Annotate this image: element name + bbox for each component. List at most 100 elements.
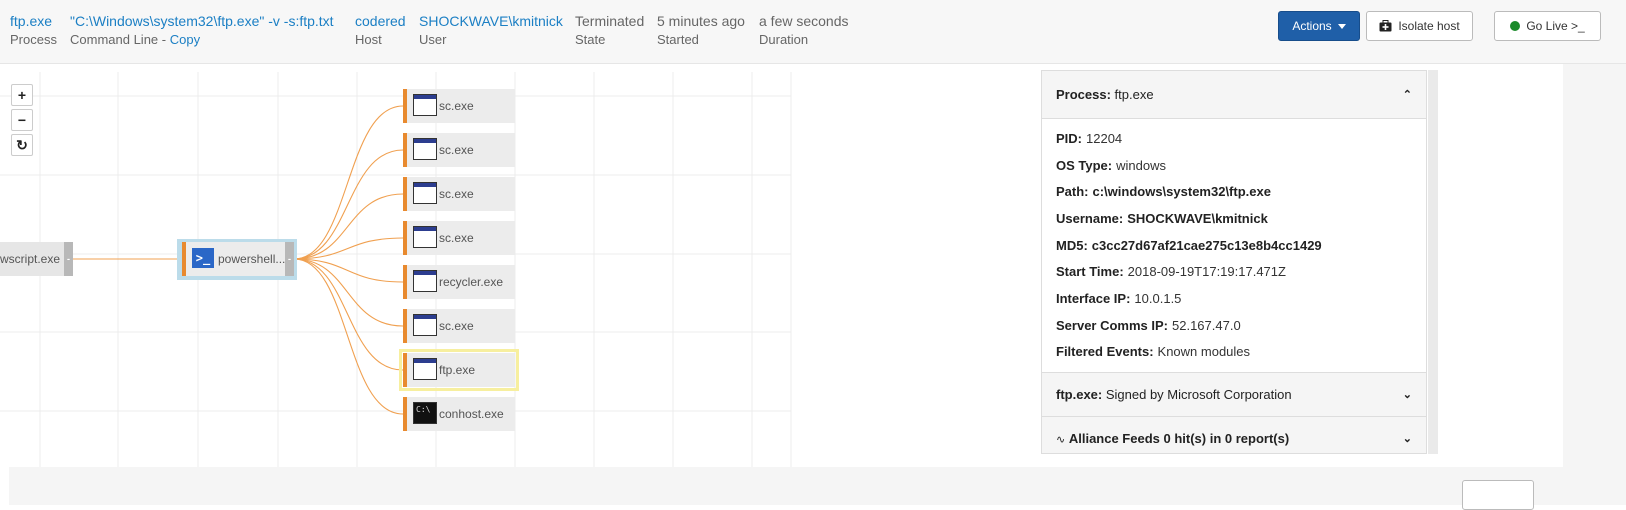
- child-process-node[interactable]: sc.exe: [403, 133, 515, 167]
- signature-header[interactable]: ftp.exe: Signed by Microsoft Corporation…: [1042, 373, 1426, 418]
- window-icon: [413, 314, 437, 336]
- powershell-node-label: powershell....: [218, 252, 289, 266]
- child-process-node[interactable]: sc.exe: [403, 309, 515, 343]
- window-icon: [413, 270, 437, 292]
- user-label: User: [419, 32, 447, 47]
- child-process-node[interactable]: ftp.exe: [403, 353, 515, 387]
- signature-value: Signed by Microsoft Corporation: [1105, 387, 1292, 403]
- command-line-label: Command Line - Copy: [70, 31, 334, 49]
- detail-key: Filtered Events:: [1056, 344, 1154, 360]
- detail-value: c3cc27d67af21cae275c13e8b4cc1429: [1091, 237, 1322, 253]
- copy-command-link[interactable]: Copy: [170, 32, 200, 47]
- command-line-label-text: Command Line -: [70, 32, 170, 47]
- node-accent-bar: [403, 309, 407, 343]
- alliance-feeds-label: Alliance Feeds 0 hit(s) in 0 report(s): [1068, 431, 1290, 447]
- tree-edge: [293, 258, 404, 415]
- actions-button[interactable]: Actions: [1278, 11, 1360, 41]
- child-process-label: ftp.exe: [439, 363, 476, 377]
- child-process-label: recycler.exe: [439, 275, 504, 289]
- child-process-label: sc.exe: [439, 99, 474, 113]
- process-details-header[interactable]: Process: ftp.exe ⌃: [1042, 71, 1426, 119]
- bottom-toolbar: [9, 467, 1579, 505]
- child-process-node[interactable]: sc.exe: [403, 89, 515, 123]
- zoom-in-button[interactable]: +: [11, 84, 33, 106]
- detail-key: Username:: [1056, 210, 1124, 226]
- powershell-icon: >_: [192, 248, 214, 268]
- tree-edge: [293, 149, 404, 260]
- refresh-layout-icon[interactable]: ↻: [11, 134, 33, 156]
- collapse-toggle[interactable]: -: [64, 242, 73, 276]
- detail-key: Interface IP:: [1056, 290, 1131, 306]
- child-process-node[interactable]: sc.exe: [403, 221, 515, 255]
- bottom-toolbar-button[interactable]: [1462, 480, 1534, 510]
- child-process-label: sc.exe: [439, 143, 474, 157]
- detail-value: 12204: [1086, 130, 1123, 146]
- process-header: ftp.exe Process "C:\Windows\system32\ftp…: [0, 0, 1626, 64]
- command-line-value[interactable]: "C:\Windows\system32\ftp.exe" -v -s:ftp.…: [70, 12, 334, 30]
- caret-down-icon: [1337, 23, 1346, 29]
- child-process-label: sc.exe: [439, 319, 474, 333]
- detail-key: Path:: [1056, 184, 1089, 200]
- host-link[interactable]: codered: [355, 12, 406, 30]
- node-accent-bar: [182, 242, 186, 276]
- powershell-node[interactable]: >_ powershell....: [182, 242, 289, 276]
- briefcase-medical-icon: [1379, 20, 1392, 32]
- process-details-panel: Process: ftp.exe ⌃ PID: 12204 OS Type: wind…: [1041, 70, 1427, 454]
- child-process-label: conhost.exe: [439, 407, 504, 421]
- process-tree-canvas: [0, 72, 792, 470]
- node-accent-bar: [403, 265, 407, 299]
- detail-value: windows: [1116, 157, 1166, 173]
- live-status-dot-icon: [1510, 21, 1521, 31]
- signature-title: ftp.exe: Signed by Microsoft Corporation: [1056, 387, 1292, 402]
- process-details-title-value: ftp.exe: [1114, 87, 1154, 102]
- started-label: Started: [657, 32, 699, 47]
- go-live-button[interactable]: Go Live >_: [1494, 11, 1601, 41]
- started-value: 5 minutes ago: [657, 13, 745, 29]
- detail-value: SHOCKWAVE\kmitnick: [1127, 210, 1268, 226]
- tree-edge: [293, 258, 404, 371]
- alliance-feeds-header[interactable]: ∿ Alliance Feeds 0 hit(s) in 0 report(s)…: [1042, 417, 1426, 453]
- child-process-node[interactable]: recycler.exe: [403, 265, 515, 299]
- command-line-field: "C:\Windows\system32\ftp.exe" -v -s:ftp.…: [70, 12, 334, 49]
- detail-row: Path: c:\windows\system32\ftp.exe: [1042, 178, 1426, 205]
- detail-key: MD5:: [1056, 237, 1088, 253]
- isolate-host-label: Isolate host: [1398, 19, 1460, 33]
- process-tree-graph[interactable]: + − ↻ wscript.exe - >_ powershell.... - …: [0, 72, 1085, 470]
- process-details-body: PID: 12204 OS Type: windows Path: c:\windows\…: [1042, 119, 1426, 374]
- tree-edge: [293, 105, 404, 260]
- chevron-down-icon[interactable]: ⌄: [1403, 432, 1412, 445]
- process-details-title-key: Process:: [1056, 87, 1111, 102]
- child-process-node[interactable]: sc.exe: [403, 177, 515, 211]
- actions-label: Actions: [1292, 19, 1332, 33]
- isolate-host-button[interactable]: Isolate host: [1366, 11, 1473, 41]
- chevron-down-icon[interactable]: ⌄: [1403, 388, 1412, 401]
- detail-row: PID: 12204: [1042, 125, 1426, 152]
- user-link[interactable]: SHOCKWAVE\kmitnick: [419, 12, 563, 30]
- parent-process-node[interactable]: wscript.exe: [0, 242, 64, 276]
- child-process-node[interactable]: C:\ conhost.exe: [403, 397, 515, 431]
- go-live-label: Go Live >_: [1526, 19, 1585, 33]
- process-name-link[interactable]: ftp.exe: [10, 12, 57, 30]
- child-process-label: sc.exe: [439, 187, 474, 201]
- detail-row: OS Type: windows: [1042, 152, 1426, 179]
- right-gutter: [1563, 64, 1626, 505]
- collapse-toggle[interactable]: -: [285, 242, 294, 276]
- chevron-up-icon[interactable]: ⌃: [1403, 88, 1412, 101]
- detail-row: Server Comms IP: 52.167.47.0: [1042, 312, 1426, 339]
- node-accent-bar: [403, 89, 407, 123]
- window-icon: [413, 138, 437, 160]
- state-value: Terminated: [575, 13, 645, 29]
- state-field: Terminated State: [575, 12, 644, 49]
- detail-row: MD5: c3cc27d67af21cae275c13e8b4cc1429: [1042, 232, 1426, 259]
- detail-row: Interface IP: 10.0.1.5: [1042, 285, 1426, 312]
- parent-process-label: wscript.exe: [0, 252, 61, 266]
- detail-value: c:\windows\system32\ftp.exe: [1092, 184, 1271, 200]
- user-field: SHOCKWAVE\kmitnick User: [419, 12, 563, 49]
- window-icon: [413, 182, 437, 204]
- node-accent-bar: [403, 221, 407, 255]
- alliance-feeds-title: ∿ Alliance Feeds 0 hit(s) in 0 report(s): [1056, 431, 1289, 446]
- details-scrollbar[interactable]: [1428, 70, 1438, 454]
- detail-row: Username: SHOCKWAVE\kmitnick: [1042, 205, 1426, 232]
- detail-row: Filtered Events: Known modules: [1042, 339, 1426, 366]
- zoom-out-button[interactable]: −: [11, 109, 33, 131]
